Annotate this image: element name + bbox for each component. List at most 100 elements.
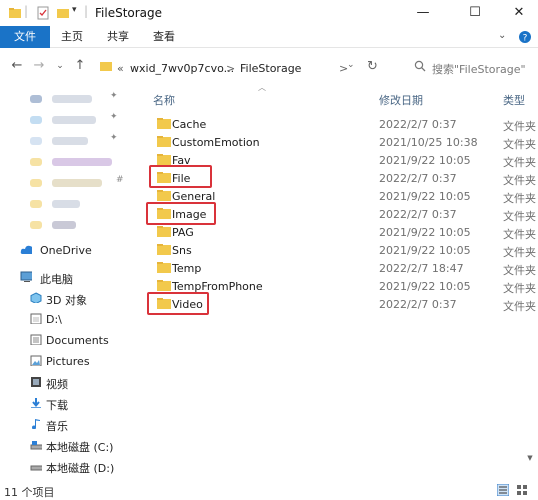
quick-access-icon [30, 137, 42, 145]
quick-access-icon [30, 116, 42, 124]
column-header-modified[interactable]: 修改日期 [379, 92, 423, 108]
large-icons-view-icon[interactable] [516, 484, 528, 496]
file-row-customemotion[interactable]: CustomEmotion 2021/10/25 10:38 文件夹 [145, 133, 538, 151]
sidebar-item-downloads[interactable]: 下载 [0, 393, 140, 413]
file-date: 2022/2/7 0:37 [379, 172, 457, 185]
chevron-down-icon[interactable]: ⌄ [51, 61, 69, 71]
folder-icon [100, 62, 112, 71]
help-icon[interactable]: ? [518, 30, 532, 44]
status-bar: 11 个项目 [0, 480, 538, 500]
redacted-item[interactable] [52, 116, 96, 124]
sidebar-item-label: D:\ [46, 313, 62, 326]
breadcrumb-current[interactable]: FileStorage [240, 62, 301, 75]
pin-icon[interactable]: ✦ [110, 112, 118, 122]
search-box[interactable]: 搜索"FileStorage" [404, 55, 538, 77]
cube-icon [30, 292, 42, 303]
sidebar-item-label: 音乐 [46, 420, 68, 433]
sidebar-item-documents[interactable]: Documents [0, 330, 140, 350]
quick-access-icon [30, 95, 42, 103]
refresh-icon[interactable]: ↻ [367, 59, 378, 74]
file-type: 文件夹 [503, 120, 536, 133]
sidebar-item-d-drive-folder[interactable]: D:\ [0, 309, 140, 329]
chevron-down-icon[interactable]: ⌄ [498, 30, 506, 41]
tab-view[interactable]: 查看 [142, 26, 186, 48]
overflow-icon: # [116, 175, 124, 185]
properties-icon[interactable] [36, 6, 50, 20]
sidebar-item-drive-c[interactable]: 本地磁盘 (C:) [0, 435, 140, 455]
address-bar[interactable]: « wxid_7wv0p7cvo... > FileStorage > ⌄ ↻ [96, 55, 396, 77]
pin-icon[interactable]: ✦ [110, 91, 118, 101]
video-icon [31, 377, 41, 387]
pin-icon[interactable]: ✦ [110, 133, 118, 143]
sidebar-item-label: Pictures [46, 355, 90, 368]
redacted-item[interactable] [52, 158, 112, 166]
up-arrow-icon[interactable]: ↑ [71, 58, 89, 73]
search-placeholder: 搜索"FileStorage" [432, 63, 526, 76]
sidebar-item-label: 本地磁盘 (D:) [46, 462, 115, 475]
folder-icon [157, 280, 171, 291]
document-icon [30, 334, 42, 345]
redacted-item[interactable] [52, 137, 88, 145]
sidebar-item-drive-d[interactable]: 本地磁盘 (D:) [0, 456, 140, 476]
sidebar-item-this-pc[interactable]: 此电脑 [0, 267, 140, 287]
folder-icon [30, 221, 42, 229]
file-name: Temp [172, 262, 202, 275]
search-icon [414, 60, 426, 72]
chevron-down-icon[interactable]: ▾ [72, 5, 77, 19]
picture-icon [30, 355, 42, 366]
maximize-button[interactable]: ☐ [452, 0, 498, 26]
file-date: 2021/10/25 10:38 [379, 136, 478, 149]
minimize-button[interactable]: — [400, 0, 446, 26]
scroll-down-arrow-icon[interactable]: ▼ [525, 454, 535, 464]
chevron-down-icon[interactable]: ⌄ [347, 60, 355, 70]
forward-arrow-icon[interactable]: → [30, 58, 48, 73]
file-row-pag[interactable]: PAG 2021/9/22 10:05 文件夹 [145, 223, 538, 241]
svg-text:?: ? [523, 34, 528, 44]
column-header-name[interactable]: 名称 [153, 92, 175, 108]
highlight-box-video [147, 292, 209, 315]
breadcrumb-parent[interactable]: wxid_7wv0p7cvo... [130, 62, 234, 75]
sidebar-item-music[interactable]: 音乐 [0, 414, 140, 434]
file-date: 2021/9/22 10:05 [379, 280, 471, 293]
back-arrow-icon[interactable]: ← [8, 58, 26, 73]
file-date: 2022/2/7 0:37 [379, 118, 457, 131]
folder-icon [30, 179, 42, 187]
tab-file[interactable]: 文件 [0, 26, 50, 48]
redacted-item[interactable] [52, 200, 80, 208]
sidebar-item-label: 此电脑 [40, 273, 73, 286]
redacted-item[interactable] [52, 179, 102, 187]
column-header-type[interactable]: 类型 [503, 92, 525, 108]
sidebar-item-pictures[interactable]: Pictures [0, 351, 140, 371]
sidebar-item-onedrive[interactable]: OneDrive [0, 240, 140, 260]
redacted-item[interactable] [52, 221, 76, 229]
folder-icon [30, 313, 42, 324]
file-type: 文件夹 [503, 192, 536, 205]
file-type: 文件夹 [503, 210, 536, 223]
sidebar-item-3d-objects[interactable]: 3D 对象 [0, 288, 140, 308]
file-name: Cache [172, 118, 207, 131]
title-bar: | ▾ | FileStorage — ☐ ✕ [0, 0, 538, 26]
file-type: 文件夹 [503, 138, 536, 151]
folder-icon [30, 158, 42, 166]
close-button[interactable]: ✕ [496, 0, 538, 26]
folder-icon[interactable] [8, 6, 22, 20]
file-row-temp[interactable]: Temp 2022/2/7 18:47 文件夹 [145, 259, 538, 277]
new-folder-icon[interactable] [56, 6, 70, 20]
file-date: 2022/2/7 0:37 [379, 208, 457, 221]
sidebar-item-videos[interactable]: 视频 [0, 372, 140, 392]
file-row-cache[interactable]: Cache 2022/2/7 0:37 文件夹 [145, 115, 538, 133]
file-row-sns[interactable]: Sns 2021/9/22 10:05 文件夹 [145, 241, 538, 259]
details-view-icon[interactable] [497, 484, 509, 496]
address-bar-row: ← → ⌄ ↑ « wxid_7wv0p7cvo... > FileStorag… [0, 52, 538, 80]
file-date: 2021/9/22 10:05 [379, 190, 471, 203]
file-date: 2021/9/22 10:05 [379, 244, 471, 257]
file-name: PAG [172, 226, 194, 239]
file-name: CustomEmotion [172, 136, 260, 149]
cloud-icon [20, 245, 32, 254]
breadcrumb-separator[interactable]: > [226, 62, 235, 75]
file-type: 文件夹 [503, 174, 536, 187]
overflow-chevron[interactable]: « [117, 62, 124, 75]
tab-home[interactable]: 主页 [50, 26, 94, 48]
tab-share[interactable]: 共享 [96, 26, 140, 48]
redacted-item[interactable] [52, 95, 92, 103]
